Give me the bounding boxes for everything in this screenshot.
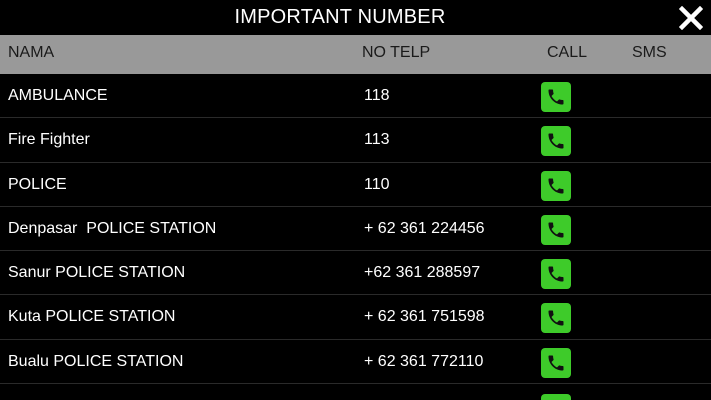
table-row: Fire Fighter 113 <box>0 118 711 163</box>
close-icon <box>678 5 704 31</box>
close-button[interactable] <box>678 5 704 31</box>
phone-icon <box>548 89 564 105</box>
phone-icon <box>548 310 564 326</box>
phone-icon <box>548 178 564 194</box>
call-button[interactable] <box>541 259 571 290</box>
contact-name: POLICE <box>8 175 67 193</box>
column-header-sms: SMS <box>632 44 667 61</box>
call-button[interactable] <box>541 347 571 378</box>
phone-icon <box>548 355 564 371</box>
table-row: Kuta POLICE STATION + 62 361 751598 <box>0 295 711 340</box>
table-row: AMBULANCE 118 <box>0 74 711 119</box>
table-header: NAMA NO TELP CALL SMS <box>0 35 711 74</box>
table-row: Sanur POLICE STATION +62 361 288597 <box>0 251 711 296</box>
call-button[interactable] <box>541 394 571 400</box>
table-row: Denpasar POLICE STATION + 62 361 224456 <box>0 207 711 252</box>
contact-phone: 110 <box>364 175 390 193</box>
partially-visible-row <box>0 388 711 400</box>
contact-phone: 118 <box>364 87 390 104</box>
contact-phone: 113 <box>364 131 390 149</box>
call-button[interactable] <box>541 303 571 334</box>
contact-name: Sanur POLICE STATION <box>8 264 186 282</box>
table-row: Bualu POLICE STATION + 62 361 772110 <box>0 340 711 385</box>
page-title: IMPORTANT NUMBER <box>234 6 446 28</box>
important-number-screen: IMPORTANT NUMBER NAMA NO TELP CALL SMS A… <box>0 0 711 400</box>
contact-name: Kuta POLICE STATION <box>8 308 176 326</box>
contact-name: Fire Fighter <box>8 131 90 149</box>
call-button[interactable] <box>541 214 571 245</box>
contact-phone: + 62 361 751598 <box>364 308 485 326</box>
column-header-name: NAMA <box>8 44 55 61</box>
column-header-phone: NO TELP <box>362 44 431 61</box>
call-button[interactable] <box>541 126 571 157</box>
contact-name: Denpasar POLICE STATION <box>8 219 217 237</box>
phone-icon <box>548 222 564 238</box>
column-header-call: CALL <box>547 44 588 61</box>
contact-phone: + 62 361 772110 <box>364 352 484 370</box>
table-row: POLICE 110 <box>0 163 711 207</box>
phone-icon <box>548 266 564 282</box>
call-button[interactable] <box>541 82 571 112</box>
title-bar: IMPORTANT NUMBER <box>0 0 711 35</box>
contact-name: Bualu POLICE STATION <box>8 352 184 370</box>
phone-icon <box>548 133 564 149</box>
call-button[interactable] <box>541 170 571 201</box>
contact-name: AMBULANCE <box>8 87 108 104</box>
contact-phone: +62 361 288597 <box>364 264 481 282</box>
contact-list[interactable]: AMBULANCE 118 Fire Fighter 113 POLICE 11… <box>0 74 711 385</box>
contact-phone: + 62 361 224456 <box>364 219 485 237</box>
